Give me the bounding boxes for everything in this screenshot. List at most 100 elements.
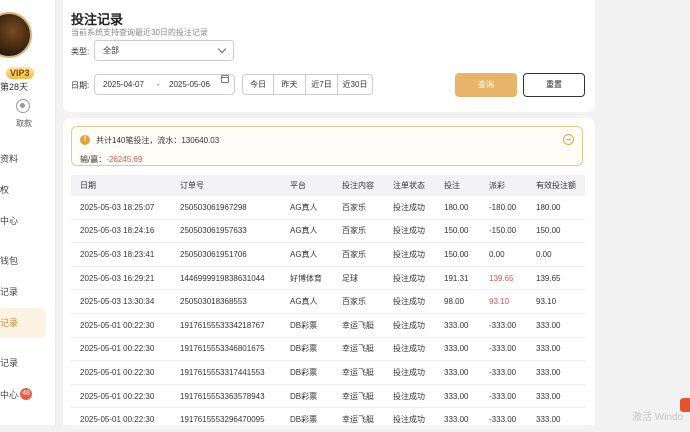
sidebar-item-messages[interactable]: 中心 48 bbox=[0, 380, 46, 410]
cell-valid-bet: 333.00 bbox=[527, 360, 585, 385]
cell-order: 1917615553346801675 bbox=[171, 337, 281, 362]
cell-payout: -333.00 bbox=[480, 360, 527, 385]
withdraw-icon[interactable] bbox=[16, 99, 30, 113]
cell-status: 投注成功 bbox=[384, 289, 435, 314]
cell-content: 足球 bbox=[333, 266, 384, 291]
table-row: 2025-05-01 00:22:30 1917615553346801675 DB… bbox=[71, 337, 585, 362]
sidebar-item-center[interactable]: 中心 bbox=[0, 206, 46, 236]
cell-bet: 333.00 bbox=[435, 360, 480, 385]
cell-valid-bet: 333.00 bbox=[527, 407, 585, 432]
cell-status: 投注成功 bbox=[384, 384, 435, 409]
cell-bet: 333.00 bbox=[435, 384, 480, 409]
cell-status: 投注成功 bbox=[384, 196, 435, 220]
cell-bet: 333.00 bbox=[435, 407, 480, 432]
records-table: 日期 订单号 平台 投注内容 注单状态 投注 派彩 有效投注额 2025-05-… bbox=[71, 175, 585, 432]
cell-bet: 98.00 bbox=[435, 289, 480, 314]
sidebar-item-history[interactable]: 记录 bbox=[0, 348, 46, 378]
page-subtitle: 当前系统支持查询最近30日的投注记录 bbox=[71, 28, 208, 37]
table-row: 2025-05-03 18:23:41 250503061951706 AG真人 百家… bbox=[71, 242, 585, 267]
table-row: 2025-05-01 00:22:30 1917615553363578943 DB… bbox=[71, 384, 585, 409]
cell-content: 百家乐 bbox=[333, 196, 384, 220]
cell-content: 百家乐 bbox=[333, 219, 384, 244]
query-button[interactable]: 查询 bbox=[455, 73, 517, 97]
header-status: 注单状态 bbox=[384, 175, 435, 196]
table-row: 2025-05-01 00:22:30 1917615553296470095 DB… bbox=[71, 407, 585, 432]
header-date: 日期 bbox=[71, 175, 171, 196]
cell-order: 250503061967298 bbox=[171, 196, 281, 220]
cell-status: 投注成功 bbox=[384, 219, 435, 244]
cell-valid-bet: 180.00 bbox=[527, 196, 585, 220]
cell-valid-bet: 0.00 bbox=[527, 242, 585, 267]
cell-status: 投注成功 bbox=[384, 313, 435, 338]
cell-status: 投注成功 bbox=[384, 407, 435, 432]
page-title: 投注记录 bbox=[71, 12, 124, 27]
table-row: 2025-05-01 00:22:30 1917615553317441553 DB… bbox=[71, 360, 585, 385]
floating-service-button[interactable] bbox=[680, 398, 690, 412]
cell-order: 250503061957633 bbox=[171, 219, 281, 244]
cell-date: 2025-05-03 13:30:34 bbox=[71, 289, 171, 314]
summary-total: 共计140笔投注，流水：130640.03 bbox=[96, 136, 220, 145]
cell-platform: 好博体育 bbox=[281, 266, 333, 291]
header-content: 投注内容 bbox=[333, 175, 384, 196]
type-select[interactable]: 全部 bbox=[94, 40, 234, 61]
cell-payout: -333.00 bbox=[480, 337, 527, 362]
sidebar-item-wallet[interactable]: 钱包 bbox=[0, 246, 46, 276]
cell-order: 250503018368553 bbox=[171, 289, 281, 314]
sidebar-item-records[interactable]: 记录 bbox=[0, 277, 46, 307]
watermark: 激活 Windo bbox=[632, 412, 684, 423]
withdraw-label[interactable]: 取款 bbox=[16, 118, 32, 129]
cell-date: 2025-05-01 00:22:30 bbox=[71, 360, 171, 385]
cell-bet: 333.00 bbox=[435, 313, 480, 338]
records-panel: ! 共计140笔投注，流水：130640.03 输/赢：-26245.69 日期… bbox=[63, 118, 595, 432]
sidebar-item-rights[interactable]: 权 bbox=[0, 175, 46, 205]
sidebar-item-profile[interactable]: 资料 bbox=[0, 144, 46, 174]
cell-valid-bet: 333.00 bbox=[527, 313, 585, 338]
calendar-icon bbox=[221, 75, 229, 83]
unread-badge: 48 bbox=[20, 388, 32, 400]
cell-content: 百家乐 bbox=[333, 242, 384, 267]
date-start[interactable]: 2025-04-07 bbox=[103, 75, 144, 94]
cell-order: 1917615553317441553 bbox=[171, 360, 281, 385]
collapse-icon[interactable] bbox=[563, 134, 574, 145]
cell-platform: DB彩票 bbox=[281, 384, 333, 409]
quick-yesterday-button[interactable]: 昨天 bbox=[274, 74, 306, 95]
cell-order: 1917615553334218767 bbox=[171, 313, 281, 338]
header-valid-bet: 有效投注额 bbox=[527, 175, 585, 196]
cell-platform: DB彩票 bbox=[281, 360, 333, 385]
reset-button[interactable]: 重置 bbox=[523, 73, 585, 97]
quick-30days-button[interactable]: 近30日 bbox=[338, 74, 373, 95]
quick-7days-button[interactable]: 近7日 bbox=[306, 74, 338, 95]
cell-valid-bet: 333.00 bbox=[527, 384, 585, 409]
date-range-picker[interactable]: 2025-04-07 - 2025-05-06 bbox=[94, 74, 235, 95]
cell-bet: 191.31 bbox=[435, 266, 480, 291]
header-bet: 投注 bbox=[435, 175, 480, 196]
table-row: 2025-05-03 18:24:16 250503061957633 AG真人 百家… bbox=[71, 219, 585, 244]
avatar[interactable] bbox=[0, 12, 32, 58]
cell-date: 2025-05-03 16:29:21 bbox=[71, 266, 171, 291]
table-row: 2025-05-03 16:29:21 1446999919838631044 好博… bbox=[71, 266, 585, 291]
quick-today-button[interactable]: 今日 bbox=[242, 74, 274, 95]
date-end[interactable]: 2025-05-06 bbox=[169, 75, 210, 94]
cell-content: 百家乐 bbox=[333, 289, 384, 314]
cell-payout: 93.10 bbox=[480, 289, 527, 314]
cell-platform: DB彩票 bbox=[281, 407, 333, 432]
summary-winloss: 输/赢：-26245.69 bbox=[80, 155, 143, 164]
chevron-down-icon bbox=[217, 44, 227, 54]
cell-platform: DB彩票 bbox=[281, 313, 333, 338]
sidebar-item-bet-records[interactable]: 记录 bbox=[0, 308, 46, 338]
cell-payout: -333.00 bbox=[480, 407, 527, 432]
cell-status: 投注成功 bbox=[384, 242, 435, 267]
cell-content: 幸运飞艇 bbox=[333, 337, 384, 362]
cell-valid-bet: 93.10 bbox=[527, 289, 585, 314]
table-row: 2025-05-01 00:22:30 1917615553334218767 DB… bbox=[71, 313, 585, 338]
cell-platform: AG真人 bbox=[281, 242, 333, 267]
cell-order: 1917615553363578943 bbox=[171, 384, 281, 409]
cell-bet: 180.00 bbox=[435, 196, 480, 220]
cell-payout: -180.00 bbox=[480, 196, 527, 220]
cell-content: 幸运飞艇 bbox=[333, 360, 384, 385]
cell-content: 幸运飞艇 bbox=[333, 407, 384, 432]
date-separator: - bbox=[157, 80, 160, 89]
cell-payout: -150.00 bbox=[480, 219, 527, 244]
cell-bet: 150.00 bbox=[435, 219, 480, 244]
cell-date: 2025-05-03 18:25:07 bbox=[71, 196, 171, 220]
